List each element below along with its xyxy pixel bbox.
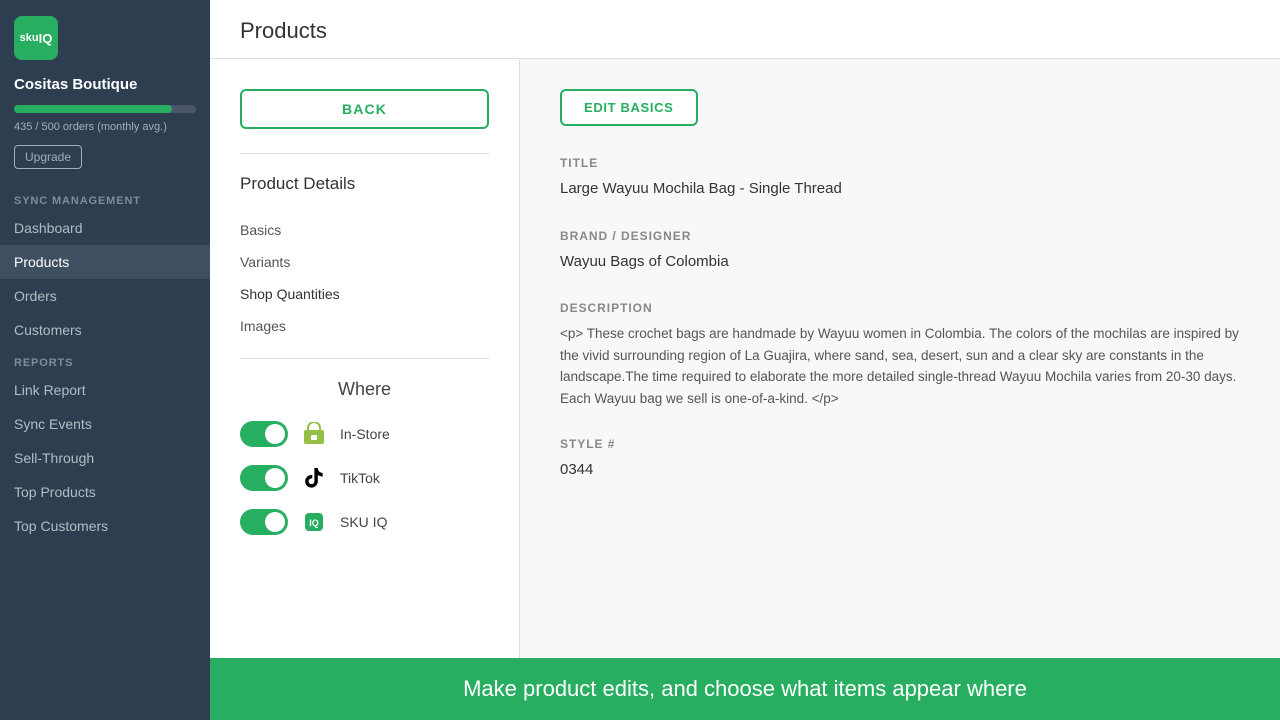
in-store-label: In-Store: [340, 426, 390, 442]
brand-label: BRAND / DESIGNER: [560, 229, 1240, 243]
sync-events-label: Sync Events: [14, 416, 92, 432]
description-label: DESCRIPTION: [560, 301, 1240, 315]
description-value: <p> These crochet bags are handmade by W…: [560, 323, 1240, 409]
sidebar-item-sync-events[interactable]: Sync Events: [0, 407, 210, 441]
skuiq-icon: IQ: [300, 508, 328, 536]
tiktok-toggle[interactable]: [240, 465, 288, 491]
sidebar: skuIQ Cositas Boutique 435 / 500 orders …: [0, 0, 210, 720]
top-products-label: Top Products: [14, 484, 96, 500]
edit-basics-button[interactable]: EDIT BASICS: [560, 89, 698, 126]
sidebar-item-top-customers[interactable]: Top Customers: [0, 509, 210, 543]
toggle-knob-skuiq: [265, 512, 285, 532]
toggle-knob-in-store: [265, 424, 285, 444]
top-customers-label: Top Customers: [14, 518, 108, 534]
sidebar-item-orders[interactable]: Orders: [0, 279, 210, 313]
title-value: Large Wayuu Mochila Bag - Single Thread: [560, 178, 1240, 201]
products-label: Products: [14, 254, 69, 270]
product-details-title: Product Details: [240, 174, 489, 194]
sidebar-item-products[interactable]: Products: [0, 245, 210, 279]
toggle-knob-tiktok: [265, 468, 285, 488]
sidebar-item-top-products[interactable]: Top Products: [0, 475, 210, 509]
right-panel: EDIT BASICS TITLE Large Wayuu Mochila Ba…: [520, 59, 1280, 658]
in-store-icon: [300, 420, 328, 448]
page-body: BACK Product Details Basics Variants Sho…: [210, 59, 1280, 658]
channel-in-store: In-Store: [240, 420, 489, 448]
bottom-bar: Make product edits, and choose what item…: [210, 658, 1280, 720]
sell-through-label: Sell-Through: [14, 450, 94, 466]
usage-bar-fill: [14, 105, 172, 113]
logo-badge: skuIQ: [14, 16, 58, 60]
sidebar-item-customers[interactable]: Customers: [0, 313, 210, 347]
style-value: 0344: [560, 459, 1240, 482]
content-area: Products BACK Product Details Basics Var…: [210, 0, 1280, 720]
in-store-toggle[interactable]: [240, 421, 288, 447]
field-title: TITLE Large Wayuu Mochila Bag - Single T…: [560, 156, 1240, 201]
tiktok-icon: [300, 464, 328, 492]
sidebar-item-link-report[interactable]: Link Report: [0, 373, 210, 407]
title-label: TITLE: [560, 156, 1240, 170]
upgrade-button[interactable]: Upgrade: [14, 145, 82, 169]
svg-text:IQ: IQ: [309, 518, 319, 528]
tiktok-label: TikTok: [340, 470, 380, 486]
channel-tiktok: TikTok: [240, 464, 489, 492]
skuiq-label: SKU IQ: [340, 514, 387, 530]
divider-1: [240, 153, 489, 154]
page-header: Products: [210, 0, 1280, 59]
store-name: Cositas Boutique: [0, 72, 210, 101]
sidebar-item-sell-through[interactable]: Sell-Through: [0, 441, 210, 475]
channel-skuiq: IQ SKU IQ: [240, 508, 489, 536]
skuiq-toggle[interactable]: [240, 509, 288, 535]
nav-shop-quantities[interactable]: Shop Quantities: [240, 278, 489, 310]
reports-label: REPORTS: [0, 347, 210, 373]
dashboard-label: Dashboard: [14, 220, 83, 236]
bottom-bar-text: Make product edits, and choose what item…: [463, 676, 1027, 701]
usage-text: 435 / 500 orders (monthly avg.): [0, 117, 210, 141]
logo-prefix: sku: [20, 32, 39, 44]
field-brand: BRAND / DESIGNER Wayuu Bags of Colombia: [560, 229, 1240, 274]
usage-bar-container: [0, 101, 210, 117]
sync-management-label: SYNC MANAGEMENT: [0, 185, 210, 211]
orders-label: Orders: [14, 288, 57, 304]
field-description: DESCRIPTION <p> These crochet bags are h…: [560, 301, 1240, 409]
where-title: Where: [240, 379, 489, 400]
customers-label: Customers: [14, 322, 82, 338]
logo-text: IQ: [39, 31, 53, 46]
nav-images[interactable]: Images: [240, 310, 489, 342]
link-report-label: Link Report: [14, 382, 86, 398]
usage-bar-background: [14, 105, 196, 113]
brand-value: Wayuu Bags of Colombia: [560, 251, 1240, 274]
page-title: Products: [240, 18, 1250, 44]
logo-area: skuIQ: [0, 0, 210, 72]
back-button[interactable]: BACK: [240, 89, 489, 129]
style-label: STYLE #: [560, 437, 1240, 451]
nav-basics[interactable]: Basics: [240, 214, 489, 246]
left-panel: BACK Product Details Basics Variants Sho…: [210, 59, 520, 658]
divider-2: [240, 358, 489, 359]
field-style: STYLE # 0344: [560, 437, 1240, 482]
nav-variants[interactable]: Variants: [240, 246, 489, 278]
sidebar-item-dashboard[interactable]: Dashboard: [0, 211, 210, 245]
